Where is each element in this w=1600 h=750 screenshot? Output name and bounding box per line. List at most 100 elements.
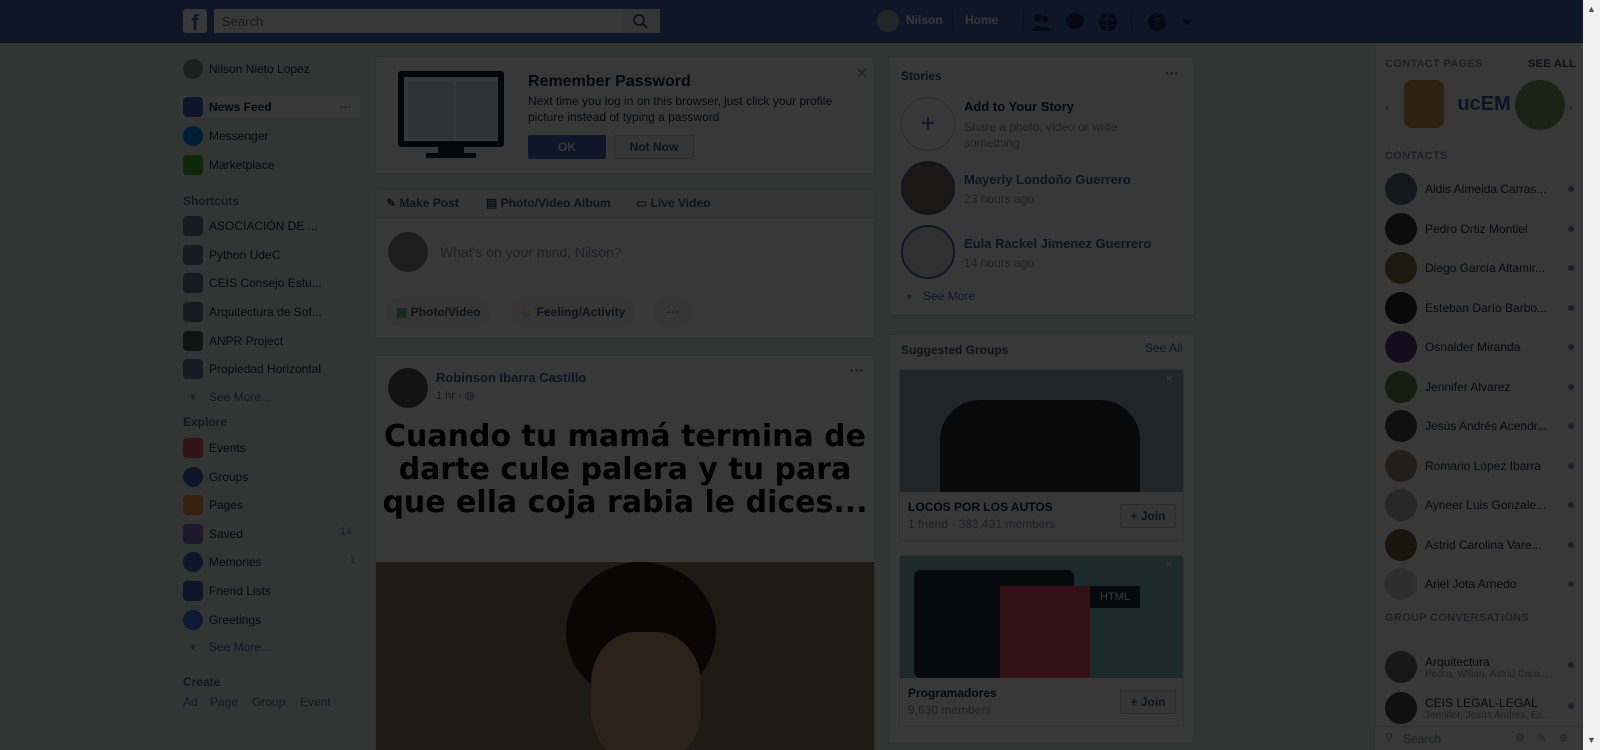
- notifications-globe-icon[interactable]: [1097, 11, 1119, 33]
- contact-item[interactable]: Ariel Jota Arnedo: [1385, 567, 1574, 601]
- contact-page-logo[interactable]: ucEM: [1456, 88, 1512, 120]
- compose-icon[interactable]: ✎: [1537, 731, 1546, 744]
- new-group-icon[interactable]: ⊕: [1559, 731, 1568, 744]
- profile-link[interactable]: Nilson: [906, 13, 943, 27]
- sidebar-item-marketplace[interactable]: Marketplace: [183, 154, 358, 176]
- help-icon[interactable]: ?: [1146, 11, 1168, 33]
- search-input[interactable]: [214, 9, 660, 33]
- scroll-up-arrow-icon[interactable]: ▲: [1587, 4, 1596, 14]
- contact-item[interactable]: Romario López Ibarra: [1385, 449, 1574, 483]
- sidebar-item-memories[interactable]: Memories: [183, 551, 358, 573]
- create-ad-link[interactable]: Ad: [183, 695, 198, 709]
- story-name[interactable]: Eula Rackel Jimenez Guerrero: [964, 236, 1151, 251]
- tab-photo-album[interactable]: ▤ Photo/Video Album: [486, 196, 611, 210]
- contact-item[interactable]: Jesús Andrés Acendr...: [1385, 409, 1574, 443]
- story-name[interactable]: Mayerly Londoño Guerrero: [964, 172, 1131, 187]
- tab-make-post[interactable]: ✎ Make Post: [386, 196, 459, 210]
- shortcut-item[interactable]: Arquitectura de Sof...: [183, 301, 358, 323]
- see-more-label: See More...: [209, 640, 272, 654]
- avatar[interactable]: [877, 10, 899, 32]
- avatar[interactable]: [388, 368, 428, 408]
- shortcut-item[interactable]: ASOCIACIÓN DE ...: [183, 215, 358, 237]
- monitor-base: [426, 153, 476, 158]
- contact-page-logo[interactable]: [1515, 80, 1565, 130]
- sidebar-item-messenger[interactable]: Messenger: [183, 125, 358, 147]
- contact-item[interactable]: Diego García Altamir...: [1385, 251, 1574, 285]
- sidebar-item-news-feed[interactable]: News Feed ···: [180, 96, 360, 118]
- stories-see-more[interactable]: ▼ See More: [905, 289, 975, 303]
- chevron-right-icon[interactable]: ›: [1568, 99, 1573, 115]
- create-event-link[interactable]: Event: [300, 695, 331, 709]
- add-story-title[interactable]: Add to Your Story: [964, 99, 1074, 114]
- sidebar-item-groups[interactable]: Groups: [183, 466, 358, 488]
- ok-button[interactable]: OK: [528, 135, 606, 159]
- friend-requests-icon[interactable]: [1030, 11, 1052, 33]
- profile-nav-item[interactable]: Nilson Nieto Lopez: [183, 58, 358, 80]
- add-story-button[interactable]: +: [901, 97, 955, 151]
- contact-name: Esteban Darío Barbo...: [1425, 300, 1548, 315]
- group-name[interactable]: LOCOS POR LOS AUTOS: [908, 500, 1053, 514]
- join-group-button[interactable]: + Join: [1120, 690, 1176, 714]
- friends-icon: [183, 581, 203, 601]
- contact-item[interactable]: Aldis Almeida Carras...: [1385, 172, 1574, 206]
- sidebar-item-pages[interactable]: Pages: [183, 494, 358, 516]
- sidebar-item-friend-lists[interactable]: Friend Lists: [183, 580, 358, 602]
- post-time[interactable]: 1 hr · ◍: [436, 389, 474, 402]
- gear-icon[interactable]: ⚙: [1515, 731, 1525, 744]
- create-page-link[interactable]: Page: [210, 695, 238, 709]
- photo-video-button[interactable]: ▣ Photo/Video: [386, 298, 491, 326]
- not-now-button[interactable]: Not Now: [614, 135, 694, 159]
- post-options-icon[interactable]: ···: [850, 362, 864, 378]
- group-conversation-item[interactable]: Arquitectura Pedro, Wilian, Astrid Caro.…: [1385, 648, 1574, 686]
- shortcut-item[interactable]: CEIS Consejo Estu...: [183, 272, 358, 294]
- contact-item[interactable]: Pedro Ortiz Montiel: [1385, 212, 1574, 246]
- story-avatar[interactable]: [901, 161, 955, 215]
- create-group-link[interactable]: Group: [252, 695, 285, 709]
- shortcut-item[interactable]: ANPR Project: [183, 330, 358, 352]
- tab-live-video[interactable]: ▭ Live Video: [636, 196, 710, 210]
- group-cover-image[interactable]: [900, 370, 1183, 492]
- composer-input[interactable]: What's on your mind, Nilson?: [440, 244, 622, 260]
- shortcut-label: ANPR Project: [209, 334, 284, 348]
- close-icon[interactable]: ✕: [1165, 560, 1173, 571]
- contact-item[interactable]: Ayneer Luis Gonzale...: [1385, 488, 1574, 522]
- story-time: 23 hours ago: [964, 192, 1035, 206]
- close-icon[interactable]: ✕: [1165, 374, 1173, 385]
- chevron-left-icon[interactable]: ‹: [1385, 99, 1390, 115]
- home-link[interactable]: Home: [965, 13, 998, 27]
- sidebar-item-events[interactable]: Events: [183, 437, 358, 459]
- post-image[interactable]: [376, 562, 874, 750]
- post-author[interactable]: Robinson Ibarra Castillo: [436, 370, 586, 385]
- join-group-button[interactable]: + Join: [1120, 504, 1176, 528]
- see-more-explore[interactable]: ▼ See More...: [183, 636, 358, 658]
- messenger-icon[interactable]: [1064, 11, 1086, 33]
- more-actions-button[interactable]: ···: [653, 298, 693, 326]
- facebook-logo[interactable]: f: [183, 9, 207, 33]
- shortcut-item[interactable]: Propiedad Horizontal: [183, 358, 358, 380]
- page-scrollbar[interactable]: ▲ ▼: [1583, 0, 1600, 750]
- contact-item[interactable]: Osnaider Miranda: [1385, 330, 1574, 364]
- chat-search-input[interactable]: Search: [1403, 732, 1441, 746]
- group-cover-image[interactable]: HTML: [900, 556, 1183, 678]
- chevron-down-icon[interactable]: [1180, 11, 1194, 33]
- group-name[interactable]: Programadores: [908, 686, 997, 700]
- more-options-icon[interactable]: ···: [340, 100, 352, 114]
- sidebar-item-label: News Feed: [209, 100, 272, 114]
- scroll-down-arrow-icon[interactable]: ▼: [1587, 735, 1596, 745]
- stories-options-icon[interactable]: ···: [1165, 65, 1179, 81]
- contact-item[interactable]: Astrid Carolina Vare...: [1385, 528, 1574, 562]
- see-all-link[interactable]: See All: [1145, 341, 1182, 355]
- sidebar-item-greetings[interactable]: Greetings: [183, 609, 358, 631]
- shortcut-item[interactable]: Python UdeC: [183, 244, 358, 266]
- search-button[interactable]: [622, 9, 660, 33]
- sidebar-item-saved[interactable]: Saved: [183, 523, 358, 545]
- contact-item[interactable]: Jennifer Alvarez: [1385, 370, 1574, 404]
- story-avatar[interactable]: [901, 225, 955, 279]
- group-conversation-item[interactable]: CEIS LEGAL-LEGAL Jennifer, Jesús Andrés,…: [1385, 689, 1574, 727]
- contact-page-logo[interactable]: [1404, 80, 1444, 128]
- feeling-activity-button[interactable]: ☺ Feeling/Activity: [511, 298, 636, 326]
- contact-item[interactable]: Esteban Darío Barbo...: [1385, 291, 1574, 325]
- see-more-shortcuts[interactable]: ▼ See More...: [183, 386, 358, 408]
- see-all-link[interactable]: SEE ALL: [1528, 58, 1576, 70]
- close-icon[interactable]: ✕: [856, 65, 868, 82]
